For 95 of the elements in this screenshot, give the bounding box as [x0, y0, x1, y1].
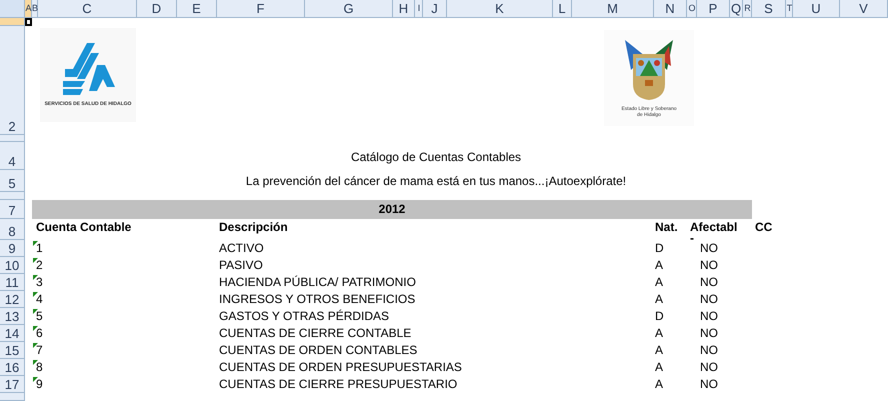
year-band: 2012 [32, 200, 752, 219]
affectable-value: NO [699, 343, 718, 357]
column-header[interactable]: F [217, 0, 305, 18]
column-header[interactable]: N [654, 0, 687, 18]
error-indicator-icon [33, 258, 38, 263]
column-header[interactable]: L [553, 0, 572, 18]
error-indicator-icon [33, 292, 38, 297]
column-header[interactable]: T [786, 0, 793, 18]
column-header[interactable]: I [415, 0, 423, 18]
account-description: CUENTAS DE CIERRE PRESUPUESTARIO [218, 377, 458, 391]
error-indicator-icon [33, 377, 38, 382]
column-heading: CC [754, 219, 774, 236]
nature-value: A [654, 292, 664, 306]
row-header[interactable]: 13 [0, 308, 25, 325]
row-header[interactable]: 7 [0, 200, 25, 219]
column-header[interactable]: P [697, 0, 730, 18]
column-heading: Cuenta Contable [35, 219, 132, 236]
column-header[interactable]: S [752, 0, 786, 18]
account-description: CUENTAS DE CIERRE CONTABLE [218, 326, 412, 340]
row-header[interactable] [0, 192, 25, 200]
column-header[interactable]: C [38, 0, 137, 18]
report-subtitle: La prevención del cáncer de mama está en tus manos...¡Autoexplórate! [246, 174, 626, 188]
affectable-value: NO [699, 309, 718, 323]
account-number: 8 [36, 359, 43, 376]
nature-value: A [654, 326, 664, 340]
account-description: GASTOS Y OTRAS PÉRDIDAS [218, 309, 390, 323]
error-indicator-icon [33, 309, 38, 314]
account-number: 1 [36, 240, 43, 257]
row-header[interactable]: 10 [0, 257, 25, 274]
nature-value: D [654, 309, 664, 323]
account-description: ACTIVO [218, 241, 264, 255]
nature-value: A [654, 377, 664, 391]
column-header[interactable]: D [137, 0, 177, 18]
error-indicator-icon [33, 360, 38, 365]
nature-value: A [654, 275, 664, 289]
column-header[interactable]: B [32, 0, 38, 18]
row-header[interactable] [0, 393, 25, 401]
affectable-value: NO [699, 258, 718, 272]
account-number: 4 [36, 291, 43, 308]
row-header[interactable]: 4 [0, 142, 25, 170]
column-header[interactable]: A [25, 0, 32, 18]
account-number: 3 [36, 274, 43, 291]
column-header[interactable]: R [743, 0, 752, 18]
report-title: Catálogo de Cuentas Contables [350, 150, 522, 164]
row-header[interactable]: 17 [0, 376, 25, 393]
column-heading: Nat. [654, 219, 679, 236]
row-header[interactable]: 12 [0, 291, 25, 308]
column-header[interactable]: G [305, 0, 393, 18]
row-header[interactable]: 11 [0, 274, 25, 291]
error-indicator-icon [33, 275, 38, 280]
column-heading: Afectabl - [689, 219, 738, 240]
affectable-value: NO [699, 326, 718, 340]
column-header[interactable]: E [177, 0, 217, 18]
row-header[interactable]: 16 [0, 359, 25, 376]
column-heading: Descripción [218, 219, 289, 236]
error-indicator-icon [33, 326, 38, 331]
row-header[interactable] [0, 18, 25, 26]
row-header[interactable]: 14 [0, 325, 25, 342]
affectable-value: NO [699, 377, 718, 391]
account-description: INGRESOS Y OTROS BENEFICIOS [218, 292, 416, 306]
account-description: HACIENDA PÚBLICA/ PATRIMONIO [218, 275, 416, 289]
column-header[interactable]: Q [730, 0, 743, 18]
row-header[interactable]: 5 [0, 170, 25, 192]
column-header[interactable]: O [687, 0, 697, 18]
account-description: CUENTAS DE ORDEN PRESUPUESTARIAS [218, 360, 462, 374]
nature-value: A [654, 258, 664, 272]
nature-value: A [654, 343, 664, 357]
affectable-value: NO [699, 292, 718, 306]
column-header[interactable]: J [423, 0, 447, 18]
error-indicator-icon [33, 241, 38, 246]
row-header[interactable]: 9 [0, 240, 25, 257]
affectable-value: NO [699, 241, 718, 255]
cell-cursor [25, 18, 32, 26]
error-indicator-icon [33, 343, 38, 348]
affectable-value: NO [699, 275, 718, 289]
nature-value: A [654, 360, 664, 374]
row-header[interactable]: 8 [0, 219, 25, 240]
account-number: 2 [36, 257, 43, 274]
account-number: 7 [36, 342, 43, 359]
column-header[interactable]: K [447, 0, 553, 18]
row-header[interactable]: 15 [0, 342, 25, 359]
row-header[interactable]: 2 [0, 26, 25, 135]
column-header[interactable]: M [572, 0, 654, 18]
column-header[interactable]: U [793, 0, 840, 18]
account-number: 9 [36, 376, 43, 393]
row-header[interactable] [0, 135, 25, 142]
column-header[interactable]: V [840, 0, 888, 18]
account-description: PASIVO [218, 258, 263, 272]
column-header[interactable]: H [393, 0, 415, 18]
affectable-value: NO [699, 360, 718, 374]
account-number: 5 [36, 308, 43, 325]
select-all-corner[interactable] [0, 0, 25, 18]
account-number: 6 [36, 325, 43, 342]
account-description: CUENTAS DE ORDEN CONTABLES [218, 343, 418, 357]
nature-value: D [654, 241, 664, 255]
